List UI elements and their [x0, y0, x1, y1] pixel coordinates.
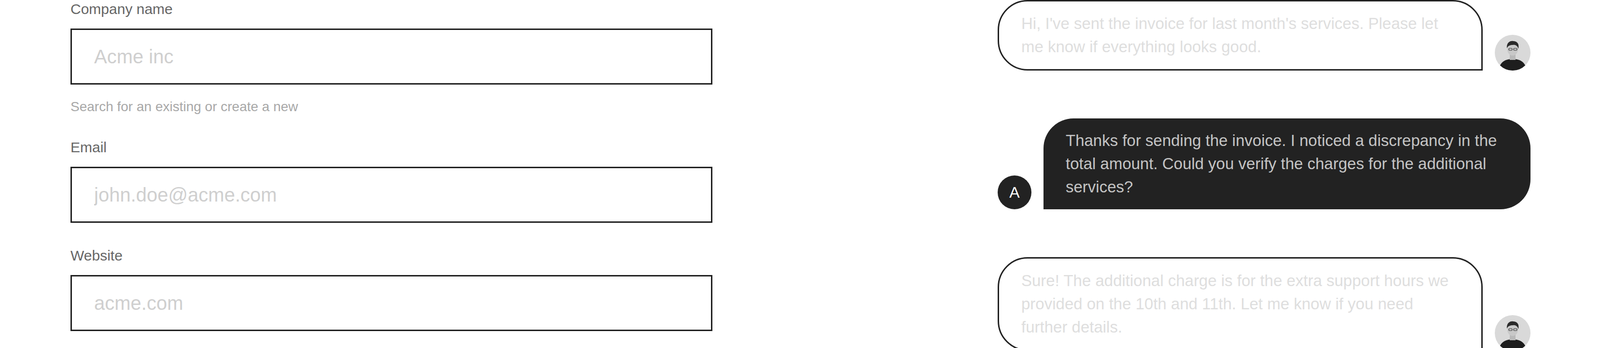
- page: Company name Search for an existing or cr…: [0, 0, 1600, 348]
- message-bubble: Thanks for sending the invoice. I notice…: [1043, 118, 1531, 209]
- message-row: A Thanks for sending the invoice. I notic…: [997, 118, 1531, 209]
- message-bubble: Sure! The additional charge is for the e…: [997, 256, 1483, 348]
- company-form: Company name Search for an existing or cr…: [70, 0, 713, 331]
- chat-thread: Hi, I've sent the invoice for last month…: [997, 0, 1531, 348]
- message-bubble: Hi, I've sent the invoice for last month…: [997, 0, 1483, 71]
- text-input[interactable]: [70, 274, 713, 331]
- person-avatar-icon[interactable]: [1494, 314, 1531, 348]
- message-row: Sure! The additional charge is for the e…: [997, 256, 1531, 348]
- text-input[interactable]: [70, 28, 713, 85]
- form-field: Email: [70, 138, 713, 223]
- field-label: Company name: [70, 0, 713, 18]
- text-input[interactable]: [70, 166, 713, 223]
- form-field: Company name Search for an existing or cr…: [70, 0, 713, 115]
- form-field: Website: [70, 246, 713, 331]
- field-label: Email: [70, 138, 713, 156]
- user-avatar[interactable]: A: [997, 175, 1032, 209]
- person-avatar-icon[interactable]: [1494, 34, 1531, 71]
- field-label: Website: [70, 246, 713, 265]
- message-row: Hi, I've sent the invoice for last month…: [997, 0, 1531, 71]
- field-helper: Search for an existing or create a new: [70, 98, 713, 115]
